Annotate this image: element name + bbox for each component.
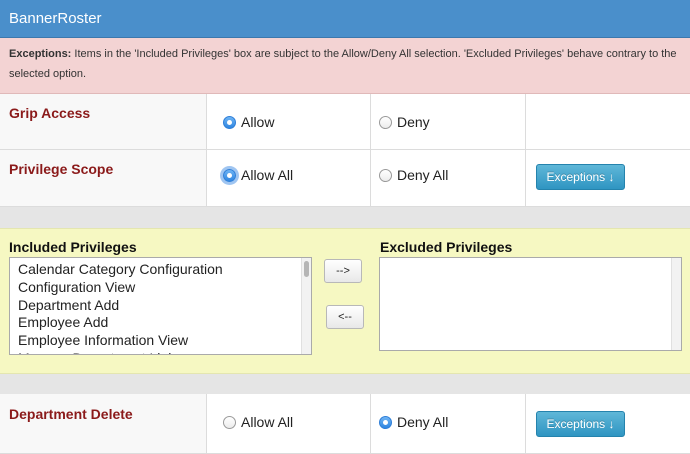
privilege-scope-label: Privilege Scope bbox=[0, 150, 207, 206]
privilege-scope-deny-all-label: Deny All bbox=[397, 167, 449, 183]
department-delete-exceptions-button[interactable]: Exceptions ↓ bbox=[536, 411, 625, 437]
included-privilege-item[interactable]: Department Add bbox=[10, 297, 311, 315]
included-privileges-title: Included Privileges bbox=[9, 239, 137, 255]
included-list-scrollbar[interactable] bbox=[301, 258, 311, 354]
department-delete-deny-cell: Deny All bbox=[371, 394, 526, 453]
radio-unselected-icon[interactable] bbox=[379, 168, 392, 182]
radio-selected-icon[interactable] bbox=[379, 415, 392, 429]
excluded-privileges-title: Excluded Privileges bbox=[380, 239, 513, 255]
grip-access-empty-cell bbox=[526, 94, 690, 149]
department-delete-deny-all-radio[interactable]: Deny All bbox=[379, 414, 448, 430]
department-delete-label: Department Delete bbox=[0, 394, 207, 453]
notice-label: Exceptions: bbox=[9, 48, 72, 60]
privileges-panel: Included Privileges Calendar Category Co… bbox=[0, 228, 690, 374]
privilege-scope-allow-cell: Allow All bbox=[207, 150, 371, 206]
notice-text: Items in the 'Included Privileges' box a… bbox=[9, 48, 677, 80]
included-privilege-item[interactable]: Employee Add bbox=[10, 314, 311, 332]
move-left-button[interactable]: <-- bbox=[326, 305, 364, 329]
app-title: BannerRoster bbox=[9, 10, 102, 27]
privilege-scope-allow-all-label: Allow All bbox=[241, 167, 294, 183]
included-privilege-item[interactable]: Configuration View bbox=[10, 279, 311, 297]
grip-access-row: Grip Access Allow Deny bbox=[0, 94, 690, 150]
app-header: BannerRoster bbox=[0, 0, 690, 38]
included-privilege-item[interactable]: Employee Information View bbox=[10, 332, 311, 350]
department-delete-allow-all-label: Allow All bbox=[241, 414, 294, 430]
privilege-scope-allow-all-radio[interactable]: Allow All bbox=[223, 167, 293, 183]
included-privilege-item[interactable]: Manage Department Link bbox=[10, 350, 311, 354]
grip-access-label: Grip Access bbox=[0, 94, 207, 149]
grip-access-allow-radio[interactable]: Allow bbox=[223, 114, 274, 130]
included-privileges-list[interactable]: Calendar Category Configuration Configura… bbox=[9, 257, 312, 355]
excluded-list-scrollbar[interactable] bbox=[671, 258, 681, 350]
grip-access-deny-label: Deny bbox=[397, 114, 430, 130]
privilege-scope-deny-all-radio[interactable]: Deny All bbox=[379, 167, 448, 183]
included-privilege-item[interactable]: Calendar Category Configuration bbox=[10, 261, 311, 279]
exceptions-notice: Exceptions: Items in the 'Included Privi… bbox=[0, 38, 690, 94]
grip-access-allow-cell: Allow bbox=[207, 94, 371, 149]
department-delete-allow-all-radio[interactable]: Allow All bbox=[223, 414, 293, 430]
radio-unselected-icon[interactable] bbox=[223, 415, 236, 429]
grip-access-allow-label: Allow bbox=[241, 114, 275, 130]
privilege-scope-exceptions-button[interactable]: Exceptions ↓ bbox=[536, 164, 625, 190]
scrollbar-thumb[interactable] bbox=[304, 261, 309, 277]
move-right-button[interactable]: --> bbox=[324, 259, 362, 283]
privilege-scope-deny-cell: Deny All bbox=[371, 150, 526, 206]
department-delete-row: Department Delete Allow All Deny All Exc… bbox=[0, 394, 690, 454]
radio-selected-icon[interactable] bbox=[223, 115, 236, 129]
privilege-scope-exceptions-cell: Exceptions ↓ bbox=[526, 150, 690, 206]
privilege-scope-row: Privilege Scope Allow All Deny All Excep… bbox=[0, 150, 690, 207]
radio-unselected-icon[interactable] bbox=[379, 115, 392, 129]
grip-access-deny-cell: Deny bbox=[371, 94, 526, 149]
department-delete-exceptions-cell: Exceptions ↓ bbox=[526, 394, 690, 453]
department-delete-allow-cell: Allow All bbox=[207, 394, 371, 453]
grip-access-deny-radio[interactable]: Deny bbox=[379, 114, 430, 130]
radio-selected-icon[interactable] bbox=[223, 168, 236, 182]
excluded-privileges-list[interactable] bbox=[379, 257, 682, 351]
department-delete-deny-all-label: Deny All bbox=[397, 414, 449, 430]
